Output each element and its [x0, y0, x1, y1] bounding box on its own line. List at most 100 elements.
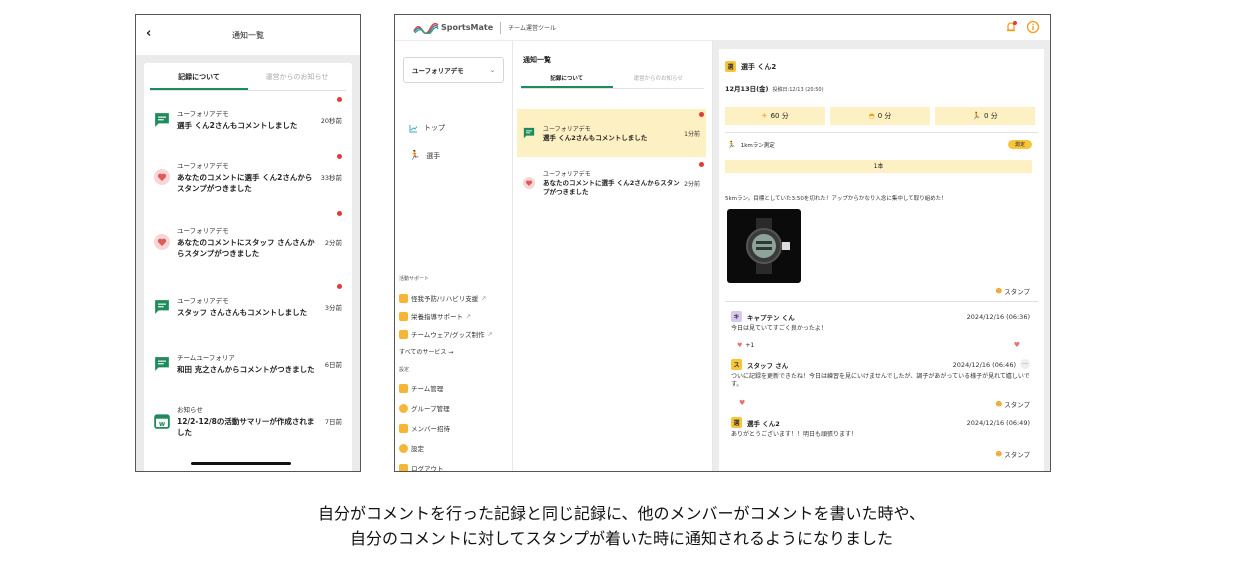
- player-name[interactable]: 選手 くん2: [741, 62, 776, 72]
- list-item[interactable]: ユーフォリアデモ スタッフ さんさんもコメントしました 3分前: [150, 278, 346, 335]
- list-item[interactable]: チームユーフォリア 和田 克之さんからコメントがつきました 6日前: [150, 335, 346, 392]
- heart-icon: ♥: [737, 342, 743, 349]
- record-body: 5kmラン。目標としていた3:50を切れた！アップからかなり入念に集中して取り組…: [725, 196, 947, 202]
- notification-text: お知らせ 12/2-12/8の活動サマリーが作成されました: [177, 404, 321, 438]
- list-item[interactable]: ユーフォリアデモ あなたのコメントにスタッフ さんさんからスタンプがつきました 2分…: [150, 205, 346, 278]
- nutrition-icon: [399, 311, 408, 321]
- group-icon: [399, 403, 408, 413]
- stamp-icon: ☻: [995, 450, 1003, 458]
- activity-badge: 測定: [1007, 140, 1032, 149]
- notification-message: 12/2-12/8の活動サマリーが作成されました: [177, 416, 315, 437]
- list-item[interactable]: ユーフォリアデモ あなたのコメントに選手 くん2さんからスタンプがつきました 2分前: [517, 159, 706, 207]
- heart-icon: [523, 177, 535, 189]
- sidebar-item-team-management[interactable]: チーム管理: [399, 383, 443, 393]
- comment-body: ありがとうございます！！明日も頑張ります！: [731, 431, 858, 438]
- info-icon[interactable]: [1026, 20, 1040, 34]
- notification-message: スタッフ さんさんもコメントしました: [177, 308, 308, 317]
- list-item[interactable]: ユーフォリアデモ 選手 くん2さんもコメントしました 20秒前: [150, 91, 346, 148]
- unread-dot: [699, 162, 704, 167]
- all-services-link[interactable]: すべてのサービス →: [399, 347, 453, 356]
- notification-list: ユーフォリアデモ 選手 くん2さんもコメントしました 20秒前 ユーフォリアデモ あなた…: [144, 91, 352, 471]
- heart-icon[interactable]: ♥: [1014, 341, 1020, 349]
- sidebar-item-label: 怪我予防/リハビリ支援: [411, 295, 479, 303]
- tab-announcements[interactable]: 運営からのお知らせ: [248, 63, 346, 90]
- stamp-button[interactable]: ☻ スタンプ: [995, 449, 1030, 459]
- sidebar-item-teamwear[interactable]: チームウェア/グッズ制作 ↗: [399, 329, 493, 339]
- sidebar-item-nutrition[interactable]: 栄養指導サポート ↗: [399, 311, 471, 321]
- phone-body: 記録について 運営からのお知らせ ユーフォリアデモ選手 くん2さんもコメントしま…: [136, 55, 360, 471]
- commenter-name[interactable]: 選手 くん2: [747, 418, 780, 428]
- chevron-down-icon: ⌄: [489, 66, 495, 74]
- record-photo[interactable]: [727, 209, 801, 283]
- stat-box: ◓ 0 分: [830, 107, 930, 125]
- more-icon[interactable]: …: [1020, 359, 1030, 369]
- activity-count: 1本: [725, 160, 1032, 173]
- sidebar-item-logout[interactable]: ログアウト: [399, 463, 444, 471]
- list-item[interactable]: w お知らせ 12/2-12/8の活動サマリーが作成されました 7日前: [150, 392, 346, 449]
- stat-value: 60 分: [770, 112, 789, 120]
- tab-records[interactable]: 記録について: [150, 63, 248, 90]
- sidebar-item-label: グループ管理: [411, 405, 450, 413]
- notification-text: ユーフォリアデモ あなたのコメントにスタッフ さんさんからスタンプがつきました: [177, 225, 321, 259]
- tab-announcements[interactable]: 運営からのお知らせ: [613, 71, 705, 88]
- notification-icon-wrap: [154, 112, 170, 128]
- notification-org: ユーフォリアデモ: [177, 110, 229, 118]
- notification-tabs: 記録について 運営からのお知らせ: [150, 63, 346, 91]
- tab-records[interactable]: 記録について: [521, 71, 613, 88]
- commenter-name[interactable]: キャプテン くん: [747, 312, 795, 322]
- notification-text: ユーフォリアデモ選手 くん2さんもコメントしました: [177, 108, 317, 131]
- notification-tabs: 記録について 運営からのお知らせ: [521, 71, 704, 89]
- notification-icon-wrap: [154, 356, 170, 372]
- stat-box: ☀ 60 分: [725, 107, 825, 125]
- team-select[interactable]: ユーフォリアデモ ⌄: [403, 57, 504, 83]
- sportsmate-logo[interactable]: SportsMate: [413, 22, 493, 34]
- avatar: 選: [731, 417, 742, 428]
- sidebar-item-group-management[interactable]: グループ管理: [399, 403, 450, 413]
- settings-section-heading: 設定: [399, 367, 410, 373]
- comment-body: ついに記録を更新できたね！今日は練習を見にいけませんでしたが、調子があがっている…: [731, 373, 1030, 388]
- list-item[interactable]: ユーフォリアデモ あなたのコメントに選手 くん2さんからスタンプがつきました 33秒…: [150, 148, 346, 205]
- logout-icon: [399, 463, 408, 471]
- commenter-name[interactable]: スタッフ さん: [747, 360, 788, 370]
- sidebar-item-invite[interactable]: メンバー招待: [399, 423, 450, 433]
- chevron-left-icon[interactable]: ‹: [146, 26, 151, 41]
- notification-message: 和田 克之さんからコメントがつきました: [177, 365, 315, 374]
- calendar-icon: w: [154, 413, 170, 429]
- list-item[interactable]: ユーフォリアデモ 選手 くん2さんもコメントしました 1分前: [517, 109, 706, 157]
- notification-text: ユーフォリアデモ あなたのコメントに選手 くん2さんからスタンプがつきました: [177, 160, 317, 194]
- notification-time: 3分前: [324, 303, 342, 312]
- stat-value: 0 分: [984, 112, 998, 120]
- heart-icon[interactable]: ♥: [739, 399, 745, 407]
- notification-org: お知らせ: [177, 405, 203, 414]
- record-detail-card: 選 選手 くん2 12月13日(金) 投稿日:12/13 (20:50) ☀ 6…: [719, 49, 1044, 471]
- notification-message: 選手 くん2さんもコメントしました: [177, 121, 298, 130]
- notification-time: 33秒前: [320, 173, 342, 182]
- notification-time: 2分前: [684, 180, 700, 188]
- comment-date: 2024/12/16 (06:46): [952, 361, 1016, 369]
- notification-time: 20秒前: [320, 116, 342, 125]
- notification-icon-wrap: [154, 233, 170, 250]
- unread-dot: [699, 112, 704, 117]
- runner-icon: 🏃: [972, 112, 982, 120]
- record-author: 選 選手 くん2: [725, 61, 776, 72]
- stamp-button[interactable]: ☻ スタンプ: [995, 399, 1030, 409]
- stamp-button[interactable]: ☻ スタンプ: [995, 286, 1030, 296]
- bell-icon[interactable]: [1004, 20, 1018, 34]
- sidebar-item-label: 栄養指導サポート: [411, 313, 463, 321]
- external-link-icon: ↗: [466, 312, 472, 320]
- avatar: 選: [725, 61, 736, 72]
- comment-body: 今日は見ていてすごく良かったよ！: [731, 325, 827, 332]
- stamp-label: スタンプ: [1004, 451, 1030, 459]
- list-item[interactable]: チームユーフォリア: [150, 449, 346, 471]
- reaction-chip[interactable]: ♥ +1: [737, 342, 754, 349]
- sidebar-item-players[interactable]: 🏃 選手: [409, 151, 440, 161]
- sidebar-item-rehab[interactable]: 怪我予防/リハビリ支援 ↗: [399, 293, 486, 303]
- record-detail-pane: 選 選手 くん2 12月13日(金) 投稿日:12/13 (20:50) ☀ 6…: [713, 41, 1050, 471]
- header-divider: [500, 21, 502, 34]
- stamp-label: スタンプ: [1004, 288, 1030, 296]
- watch-image: [746, 218, 790, 274]
- sidebar-item-settings[interactable]: 設定: [399, 443, 424, 453]
- sidebar-item-top[interactable]: トップ: [409, 123, 445, 133]
- external-link-icon: ↗: [481, 294, 487, 302]
- notification-time: 7日前: [324, 417, 342, 426]
